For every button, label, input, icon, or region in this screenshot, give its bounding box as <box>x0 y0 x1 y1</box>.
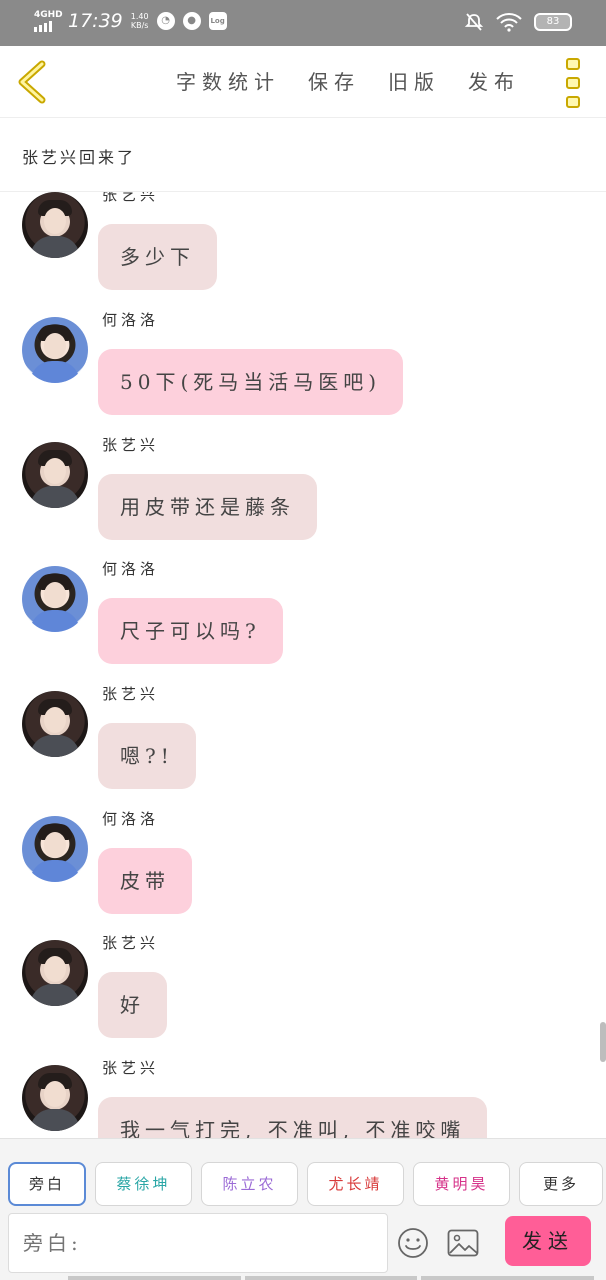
speaker-name: 何洛洛 <box>102 810 160 828</box>
more-dot-icon <box>566 96 580 108</box>
speaker-name: 张艺兴 <box>102 1059 160 1077</box>
message-bubble[interactable]: 我一气打完, 不准叫, 不准咬嘴 <box>98 1097 488 1138</box>
message-bubble[interactable]: 好 <box>98 972 167 1038</box>
speaker-name: 何洛洛 <box>102 311 160 329</box>
gauge-icon: ◔ <box>156 12 175 30</box>
avatar[interactable] <box>22 566 88 632</box>
clock: 17:39 <box>68 10 123 32</box>
send-button[interactable]: 发送 <box>505 1216 591 1266</box>
message-bubble[interactable]: 尺子可以吗? <box>98 598 283 664</box>
message-input-wrapper <box>8 1213 388 1273</box>
emoji-icon[interactable] <box>397 1227 429 1259</box>
character-chip[interactable]: 黄明昊 <box>413 1162 510 1206</box>
word-count-link[interactable]: 字数统计 <box>176 66 280 95</box>
network-speed: 1.40 KB/s <box>130 12 149 30</box>
battery-indicator: 83 <box>534 13 572 31</box>
wechat-icon: ● <box>182 12 201 30</box>
old-version-link[interactable]: 旧版 <box>388 66 440 95</box>
message-bubble[interactable]: 50下(死马当活马医吧) <box>98 349 404 415</box>
avatar[interactable] <box>22 691 88 757</box>
more-dot-icon <box>566 77 580 89</box>
mute-icon <box>464 13 484 31</box>
network-type: 4GHD <box>34 10 63 20</box>
speaker-name: 张艺兴 <box>102 934 160 952</box>
avatar[interactable] <box>22 442 88 508</box>
log-icon: Log <box>208 12 227 30</box>
avatar[interactable] <box>22 940 88 1006</box>
avatar[interactable] <box>22 816 88 882</box>
more-menu-button[interactable] <box>566 58 582 108</box>
more-dot-icon <box>566 58 580 70</box>
speaker-name: 张艺兴 <box>102 436 160 454</box>
speaker-name: 张艺兴 <box>102 192 160 204</box>
home-indicator <box>68 1276 595 1280</box>
message-input[interactable] <box>9 1214 387 1272</box>
speaker-name: 张艺兴 <box>102 685 160 703</box>
back-button[interactable] <box>14 60 54 104</box>
chat-list[interactable]: 张艺兴 多少下 何洛洛 50下(死马当活马医吧) 张艺兴 用皮带还是藤条 何洛洛… <box>0 192 606 1138</box>
save-link[interactable]: 保存 <box>308 66 360 95</box>
character-chip-narrator[interactable]: 旁白 <box>8 1162 86 1206</box>
avatar[interactable] <box>22 1065 88 1131</box>
image-icon[interactable] <box>447 1229 479 1257</box>
signal-icon: 4GHD <box>34 10 63 32</box>
chevron-left-icon <box>18 60 46 104</box>
character-selector: 旁白 蔡徐坤 陈立农 尤长靖 黄明昊 更多 <box>8 1162 603 1206</box>
character-chip[interactable]: 尤长靖 <box>307 1162 404 1206</box>
publish-link[interactable]: 发布 <box>468 66 520 95</box>
message-bubble[interactable]: 多少下 <box>98 224 217 290</box>
message-bubble[interactable]: 用皮带还是藤条 <box>98 474 317 540</box>
status-bar: 4GHD 17:39 1.40 KB/s ◔ ● Log 83 <box>0 0 606 46</box>
top-navigation: 字数统计 保存 旧版 发布 <box>0 46 606 118</box>
more-characters-button[interactable]: 更多 <box>519 1162 603 1206</box>
avatar[interactable] <box>22 192 88 258</box>
scrollbar-thumb[interactable] <box>600 1022 606 1062</box>
character-chip[interactable]: 陈立农 <box>201 1162 298 1206</box>
message-bubble[interactable]: 皮带 <box>98 848 192 914</box>
speaker-name: 何洛洛 <box>102 560 160 578</box>
wifi-icon <box>496 13 522 32</box>
avatar[interactable] <box>22 317 88 383</box>
story-title-row[interactable]: 张艺兴回来了 <box>0 118 606 192</box>
character-chip[interactable]: 蔡徐坤 <box>95 1162 192 1206</box>
story-title: 张艺兴回来了 <box>22 148 137 167</box>
message-bubble[interactable]: 嗯?! <box>98 723 196 789</box>
composer-panel: 旁白 蔡徐坤 陈立农 尤长靖 黄明昊 更多 发送 <box>0 1138 606 1280</box>
